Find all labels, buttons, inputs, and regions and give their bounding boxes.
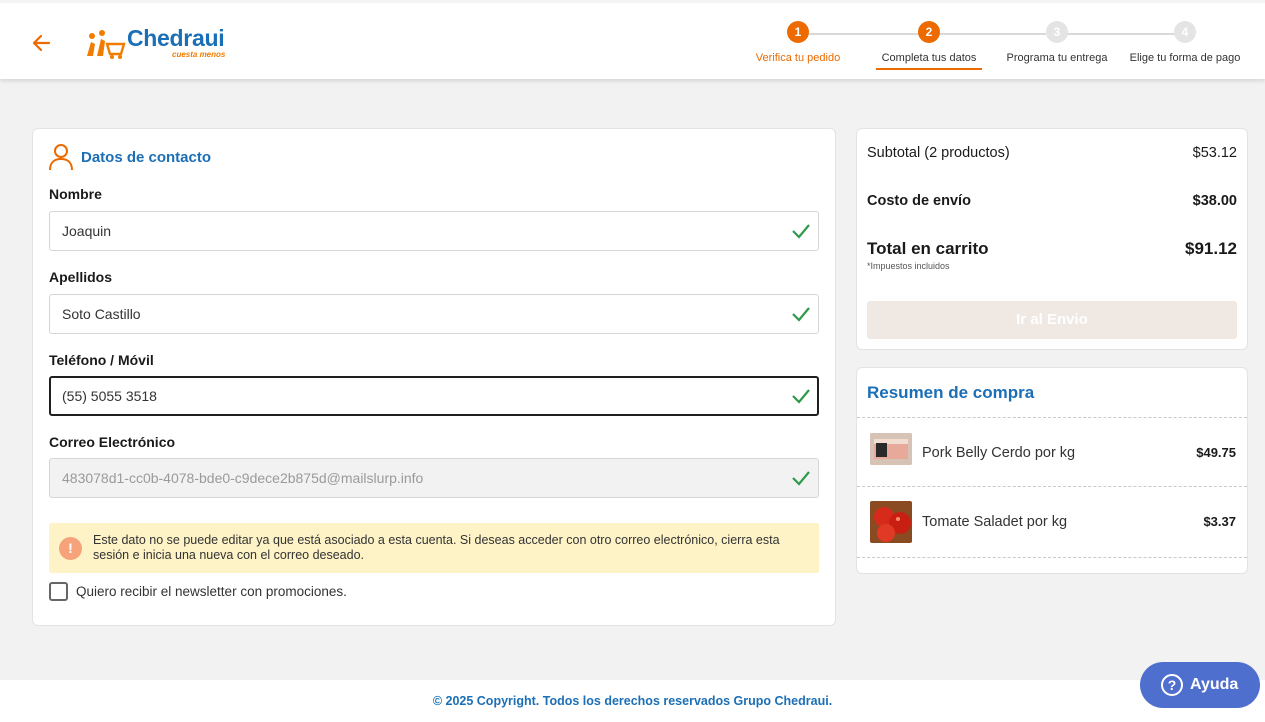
step-label: Elige tu forma de pago	[1129, 52, 1241, 64]
help-label: Ayuda	[1190, 676, 1239, 693]
step-schedule-delivery[interactable]: 3 Programa tu entrega	[1002, 21, 1112, 64]
question-icon: ?	[1161, 674, 1183, 696]
check-icon	[792, 307, 810, 322]
divider	[857, 486, 1247, 487]
phone-value: (55) 5055 3518	[62, 388, 157, 404]
logo-figures-icon	[87, 30, 126, 59]
user-icon	[49, 144, 73, 171]
step-number: 2	[918, 21, 940, 43]
check-icon	[792, 389, 810, 404]
first-name-label: Nombre	[49, 186, 102, 202]
product-image-tomato	[870, 501, 912, 543]
total-value: $91.12	[1185, 239, 1237, 258]
subtotal-value: $53.12	[1192, 145, 1237, 161]
phone-label: Teléfono / Móvil	[49, 352, 154, 368]
check-icon	[792, 224, 810, 239]
pork-belly-image-icon	[870, 433, 912, 465]
step-number: 4	[1174, 21, 1196, 43]
step-verify-order[interactable]: 1 Verifica tu pedido	[753, 21, 843, 64]
arrow-left-icon	[32, 34, 51, 52]
last-name-field[interactable]: Soto Castillo	[49, 294, 819, 334]
newsletter-checkbox[interactable]	[49, 582, 68, 601]
first-name-value: Joaquin	[62, 223, 112, 239]
last-name-value: Soto Castillo	[62, 306, 141, 322]
copyright-text: © 2025 Copyright. Todos los derechos res…	[432, 694, 833, 708]
checkout-stepper: 1 Verifica tu pedido 2 Completa tus dato…	[740, 21, 1260, 76]
step-label: Completa tus datos	[881, 52, 977, 64]
shipping-label: Costo de envío	[867, 193, 971, 209]
footer: © 2025 Copyright. Todos los derechos res…	[0, 680, 1265, 722]
product-image-pork-belly	[870, 433, 912, 465]
product-price: $49.75	[1196, 445, 1236, 460]
email-label: Correo Electrónico	[49, 434, 176, 450]
purchase-summary-title: Resumen de compra	[867, 383, 1035, 402]
subtotal-label: Subtotal (2 productos)	[867, 145, 1010, 161]
shipping-value: $38.00	[1192, 193, 1237, 209]
step-complete-data[interactable]: 2 Completa tus datos	[876, 21, 982, 70]
active-step-underline	[876, 68, 982, 70]
divider	[857, 557, 1247, 558]
check-icon	[792, 471, 810, 486]
tax-note: *Impuestos incluidos	[867, 261, 950, 271]
logo-wordmark: Chedraui	[127, 25, 225, 51]
first-name-field[interactable]: Joaquin	[49, 211, 819, 251]
step-label: Verifica tu pedido	[755, 52, 841, 64]
go-to-shipping-button[interactable]: Ir al Envio	[867, 301, 1237, 339]
email-value: 483078d1-cc0b-4078-bde0-c9dece2b875d@mai…	[62, 470, 424, 486]
product-price: $3.37	[1203, 514, 1236, 529]
back-button[interactable]	[30, 31, 54, 55]
logo-tagline: cuesta menos	[172, 50, 226, 59]
header: Chedraui cuesta menos 1 Verifica tu pedi…	[0, 0, 1265, 79]
help-button[interactable]: ? Ayuda	[1140, 662, 1260, 708]
notice-text: Este dato no se puede editar ya que está…	[93, 533, 780, 562]
last-name-label: Apellidos	[49, 269, 113, 285]
divider	[857, 417, 1247, 418]
step-label: Programa tu entrega	[1006, 52, 1108, 64]
phone-field[interactable]: (55) 5055 3518	[49, 376, 819, 416]
total-label: Total en carrito	[867, 239, 989, 258]
tomato-image-icon	[870, 501, 912, 543]
step-number: 1	[787, 21, 809, 43]
newsletter-label[interactable]: Quiero recibir el newsletter con promoci…	[76, 584, 347, 599]
info-icon: !	[59, 537, 82, 560]
product-name[interactable]: Pork Belly Cerdo por kg	[922, 445, 1075, 461]
step-number: 3	[1046, 21, 1068, 43]
contact-title: Datos de contacto	[81, 149, 212, 166]
step-payment-method[interactable]: 4 Elige tu forma de pago	[1127, 21, 1243, 64]
email-field: 483078d1-cc0b-4078-bde0-c9dece2b875d@mai…	[49, 458, 819, 498]
email-notice: ! Este dato no se puede editar ya que es…	[49, 523, 819, 573]
product-name[interactable]: Tomate Saladet por kg	[922, 514, 1067, 530]
chedraui-logo[interactable]: Chedraui cuesta menos	[84, 25, 234, 61]
